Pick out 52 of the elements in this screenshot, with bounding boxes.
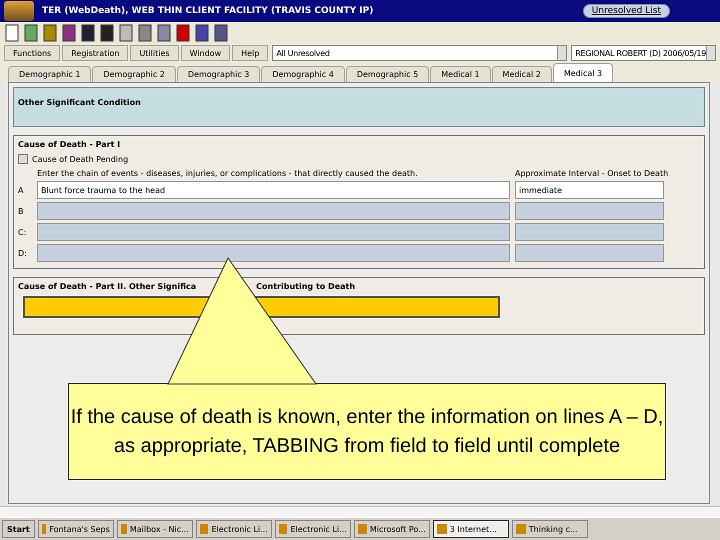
taskbar-button[interactable]: Microsoft Po... bbox=[354, 520, 430, 538]
row-label: A bbox=[18, 186, 24, 194]
row-label: C: bbox=[18, 228, 28, 236]
menu-item[interactable]: Window bbox=[180, 45, 230, 61]
checkbox-label: Cause of Death Pending bbox=[32, 154, 128, 164]
unresolved-list-button[interactable]: Unresolved List bbox=[582, 4, 670, 18]
tab[interactable]: Demographic 2 bbox=[92, 66, 176, 82]
cause-field[interactable]: Blunt force trauma to the head bbox=[37, 181, 510, 199]
taskbar-button[interactable]: 3 Internet... bbox=[432, 520, 509, 538]
tab[interactable]: Demographic 3 bbox=[176, 66, 260, 82]
taskbar-button[interactable]: Fontana's Seps bbox=[38, 520, 114, 538]
section-heading: Other Significant Condition bbox=[18, 98, 141, 107]
callout-text: If the cause of death is known, enter the information on lines A – D, as appropriate, TABBING from field to field until complete bbox=[70, 404, 664, 458]
tab[interactable]: Demographic 1 bbox=[8, 66, 92, 82]
interval-field[interactable] bbox=[515, 244, 664, 262]
tab[interactable]: Medical 1 bbox=[430, 66, 491, 82]
window-icon bbox=[42, 524, 46, 534]
window-icon bbox=[358, 524, 367, 534]
tab[interactable]: Demographic 4 bbox=[261, 66, 345, 82]
menu-item[interactable]: Functions bbox=[4, 45, 60, 61]
window-icon bbox=[516, 524, 526, 534]
row-label: D: bbox=[18, 248, 28, 258]
menu-item[interactable]: Help bbox=[232, 45, 268, 61]
row-label: B bbox=[18, 206, 24, 216]
window-icon bbox=[278, 524, 288, 534]
section-heading: Contributing to Death bbox=[256, 282, 356, 291]
instruction-text: Enter the chain of events - diseases, injuries, or complications - that directly caused the death. bbox=[37, 169, 419, 178]
window-icon bbox=[200, 524, 208, 534]
interval-field[interactable] bbox=[515, 223, 664, 241]
logo-icon bbox=[4, 1, 34, 21]
case-dropdown[interactable]: All Unresolved bbox=[272, 45, 568, 61]
interval-field[interactable] bbox=[515, 202, 664, 220]
tab[interactable]: Demographic 5 bbox=[346, 66, 430, 82]
menu-item[interactable]: Registration bbox=[62, 45, 128, 61]
scrollbar[interactable] bbox=[0, 506, 720, 517]
section-heading: Cause of Death - Part II. Other Significa bbox=[18, 282, 196, 291]
taskbar-button[interactable]: Thinking c... bbox=[512, 520, 588, 538]
taskbar-button[interactable]: Mailbox - Nic... bbox=[116, 520, 193, 538]
start-button[interactable]: Start bbox=[2, 520, 35, 538]
taskbar-button[interactable]: Electronic Li... bbox=[196, 520, 272, 538]
interval-field[interactable]: immediate bbox=[515, 181, 664, 199]
page-icon[interactable] bbox=[4, 24, 20, 42]
menu-item[interactable]: Utilities bbox=[130, 45, 179, 61]
record-dropdown[interactable]: REGIONAL ROBERT (D) 2006/05/19 bbox=[571, 45, 716, 61]
tab[interactable]: Medical 2 bbox=[492, 66, 552, 82]
checkbox[interactable] bbox=[18, 154, 28, 164]
tab[interactable]: Medical 3 bbox=[552, 63, 614, 82]
window-icon bbox=[120, 524, 127, 534]
section-heading: Cause of Death - Part I bbox=[18, 140, 122, 149]
taskbar-button[interactable]: Electronic Li... bbox=[274, 520, 351, 538]
window-icon bbox=[436, 524, 447, 534]
window-title: TER (WebDeath), WEB THIN CLIENT FACILITY (TRAVIS COUNTY IP) bbox=[42, 6, 374, 16]
